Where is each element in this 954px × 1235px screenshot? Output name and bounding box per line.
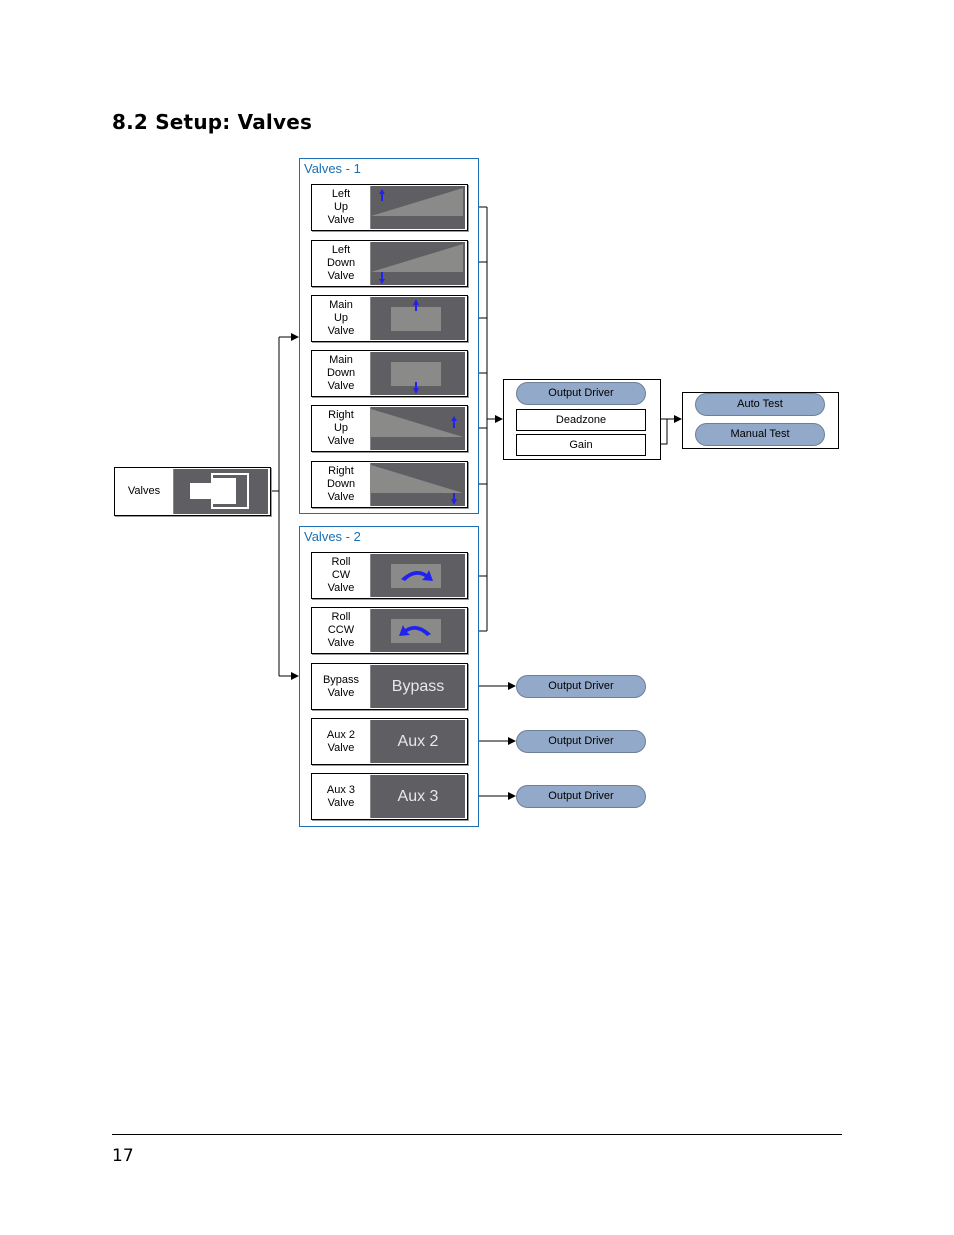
aux3-output-driver-button[interactable]: Output Driver [516, 785, 646, 808]
right-down-valve-icon [370, 463, 465, 506]
main-up-valve-button[interactable]: Main Up Valve [311, 295, 468, 342]
main-up-valve-icon [370, 297, 465, 340]
valve-label: Main Down Valve [326, 354, 356, 392]
valve-label: Roll CW Valve [327, 556, 355, 594]
valve-label: Left Down Valve [326, 244, 356, 282]
aux3-valve-button[interactable]: Aux 3 Valve Aux 3 [311, 773, 468, 820]
page-number: 17 [112, 1146, 134, 1166]
valve-label: Left Up Valve [327, 188, 355, 226]
group-title: Valves - 2 [304, 529, 361, 544]
main-down-valve-icon [370, 352, 465, 395]
group-title: Valves - 1 [304, 161, 361, 176]
aux2-valve-button[interactable]: Aux 2 Valve Aux 2 [311, 718, 468, 765]
right-up-valve-icon [370, 407, 465, 450]
footer-rule [112, 1134, 842, 1135]
deadzone-button[interactable]: Deadzone [516, 409, 646, 431]
roll-ccw-icon [370, 609, 465, 652]
main-down-valve-button[interactable]: Main Down Valve [311, 350, 468, 397]
valve-label: Right Down Valve [326, 465, 356, 503]
valve-label: Main Up Valve [327, 299, 355, 337]
aux2-thumb: Aux 2 [370, 720, 465, 763]
left-down-valve-icon [370, 242, 465, 285]
valve-block-icon [173, 469, 268, 514]
section-heading: 8.2 Setup: Valves [112, 110, 313, 134]
roll-cw-valve-button[interactable]: Roll CW Valve [311, 552, 468, 599]
roll-ccw-valve-button[interactable]: Roll CCW Valve [311, 607, 468, 654]
valves-menu-button[interactable]: Valves [114, 467, 271, 516]
bypass-output-driver-button[interactable]: Output Driver [516, 675, 646, 698]
right-up-valve-button[interactable]: Right Up Valve [311, 405, 468, 452]
bypass-thumb-text: Bypass [391, 677, 445, 695]
aux3-thumb-text: Aux 3 [397, 787, 439, 805]
left-down-valve-button[interactable]: Left Down Valve [311, 240, 468, 287]
left-up-valve-button[interactable]: Left Up Valve [311, 184, 468, 231]
aux3-thumb: Aux 3 [370, 775, 465, 818]
bypass-valve-button[interactable]: Bypass Valve Bypass [311, 663, 468, 710]
valve-label: Roll CCW Valve [327, 611, 355, 649]
valves-label: Valves [127, 485, 161, 497]
right-down-valve-button[interactable]: Right Down Valve [311, 461, 468, 508]
aux2-output-driver-button[interactable]: Output Driver [516, 730, 646, 753]
gain-button[interactable]: Gain [516, 434, 646, 456]
manual-test-button[interactable]: Manual Test [695, 423, 825, 446]
valve-label: Aux 2 Valve [326, 728, 356, 754]
valve-label: Right Up Valve [327, 409, 355, 447]
left-up-valve-icon [370, 186, 465, 229]
auto-test-button[interactable]: Auto Test [695, 393, 825, 416]
valve-label: Aux 3 Valve [326, 783, 356, 809]
roll-cw-icon [370, 554, 465, 597]
output-driver-button[interactable]: Output Driver [516, 382, 646, 405]
valve-label: Bypass Valve [322, 673, 360, 699]
aux2-thumb-text: Aux 2 [397, 732, 439, 750]
bypass-thumb: Bypass [370, 665, 465, 708]
